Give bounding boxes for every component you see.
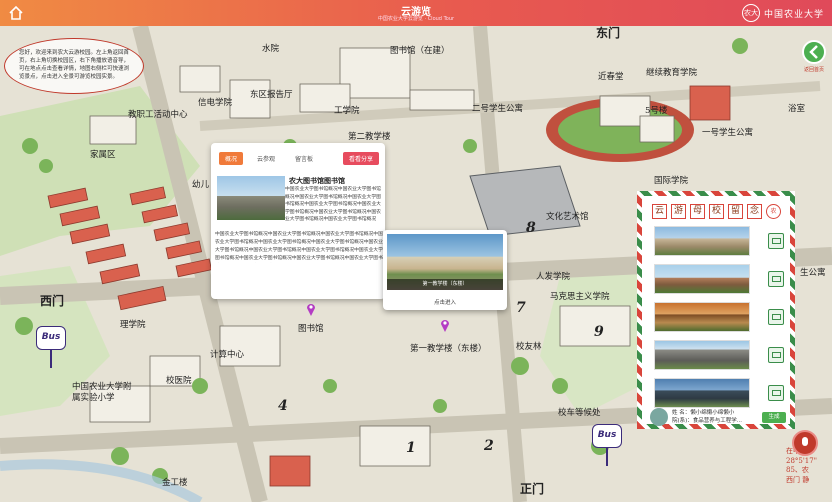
bus-stop-pole [50,350,52,368]
map-label-water-college[interactable]: 水院 [262,42,279,54]
map-label-bathroom[interactable]: 浴室 [788,102,805,114]
map-label-dorm-1[interactable]: 一号学生公寓 [702,126,753,138]
map-label-main-gate[interactable]: 正门 [520,480,544,497]
dept-value[interactable]: 食品营养与工程学... [693,418,742,424]
owl-mascot-icon [650,408,668,426]
location-pin-icon[interactable] [440,318,450,332]
panel-heading: 云 游 母 校 留 念 农 [652,204,781,219]
map-label-east-hall[interactable]: 东区报告厅 [250,88,293,100]
tab-message-board[interactable]: 留言板 [289,152,319,165]
list-item[interactable] [654,378,786,412]
map-label-humanities[interactable]: 人发学院 [536,270,570,282]
intro-bubble: 您好，欢迎来到农大云游校园。左上角返回首页，右上角切换校园区，右下角播放语音导，… [4,38,144,94]
photo-caption: 第一教学楼（东楼） [387,279,503,290]
bus-stop-pole [606,448,608,466]
map-label-intl-college[interactable]: 国际学院 [654,174,688,186]
map-label-family-area[interactable]: 家属区 [90,148,116,160]
heading-char: 游 [671,204,686,219]
postcard-icon[interactable] [768,347,784,363]
popup-description: 中国农业大学图书馆概况中国农业大学图书馆概况中国农业大学图书馆概况中国农业大学图… [285,187,381,223]
generate-button[interactable]: 生成 [762,412,786,423]
thumbnail [654,340,750,370]
heading-char: 校 [709,204,724,219]
postcard-footer: 姓 名：懒小绵懒小绵懒小 院(系)：食品营养与工程学... 生成 [650,408,790,428]
map-label-dorm-2[interactable]: 二号学生公寓 [472,102,523,114]
map-label-building-5[interactable]: 5号楼 [645,104,667,116]
location-pin-icon[interactable] [306,302,316,316]
map-label-science-college[interactable]: 理学院 [120,318,146,330]
tab-overview[interactable]: 概况 [219,151,244,165]
list-item[interactable] [654,226,786,260]
map-label-hospital[interactable]: 校医院 [166,374,192,386]
heading-char: 念 [747,204,762,219]
map-label-computing-center[interactable]: 计算中心 [210,348,244,360]
back-button-label: 返回首页 [803,67,824,73]
map-number: 8 [526,220,536,236]
map-label-jinchun[interactable]: 近春堂 [598,70,624,82]
share-button[interactable]: 看看分享 [342,151,379,165]
map-label-library[interactable]: 图书馆 [298,322,324,334]
postcard-icon[interactable] [768,271,784,287]
map-number: 1 [406,440,416,456]
library-photo [217,176,285,220]
enter-link[interactable]: 点击进入 [383,298,507,306]
map-label-second-teaching[interactable]: 第二教学楼 [348,130,391,142]
popup-description-continued: 中国农业大学图书馆概况中国农业大学图书馆概况中国农业大学图书馆概况中国农业大学图… [215,232,383,261]
info-popup: 概况 云参观 留言板 看看分享 农大图书馆图书馆 中国农业大学图书馆概况中国农业… [211,143,385,299]
map-label-bus-stop[interactable]: 校车等候处 [558,406,601,418]
map-label-west-gate[interactable]: 西门 [40,292,64,309]
name-value[interactable]: 懒小绵懒小绵懒小 [690,410,734,416]
map-label-art-museum[interactable]: 文化艺术馆 [546,210,589,222]
location-photo-card[interactable]: 第一教学楼（东楼） 点击进入 [383,230,507,310]
heading-char: 留 [728,204,743,219]
dept-label: 院(系)： [672,418,693,424]
thumbnail [654,302,750,332]
photo-list [654,226,786,416]
tab-cloud-visit[interactable]: 云参观 [251,152,281,165]
postcard-icon[interactable] [768,309,784,325]
map-label-alumni-forest[interactable]: 校友林 [516,340,542,352]
map-label-dorm-edge[interactable]: 生公寓 [800,266,826,278]
postcard-panel: 云 游 母 校 留 念 农 姓 名：懒小绵懒小绵懒小 院(系)：食品营养与工程学… [637,191,795,429]
map-label-first-teaching[interactable]: 第一教学楼（东楼） [410,342,487,354]
map-number: 9 [594,324,604,340]
postcard-icon[interactable] [768,385,784,401]
top-bar: 云游览 中国农业大学云游览 · Cloud Tour 农大 中国农业大学 [0,0,832,26]
map-label-primary-school[interactable]: 中国农业大学附属实验小学 [72,382,132,404]
university-logo: 农大 中国农业大学 [741,3,824,23]
heading-char: 母 [690,204,705,219]
bus-stop-icon[interactable]: Bus [36,326,66,350]
map-label-continuing-edu[interactable]: 继续教育学院 [646,66,697,78]
map-number: 2 [484,438,494,454]
bus-stop-icon[interactable]: Bus [592,424,622,448]
postcard-icon[interactable] [768,233,784,249]
list-item[interactable] [654,264,786,298]
map-label-east-gate[interactable]: 东门 [596,26,620,41]
heading-char: 云 [652,204,667,219]
map-number: 7 [516,300,526,316]
thumbnail [654,264,750,294]
page-subtitle: 中国农业大学云游览 · Cloud Tour [377,16,455,22]
footer-fields: 姓 名：懒小绵懒小绵懒小 院(系)：食品营养与工程学... [672,409,758,425]
audio-guide-icon[interactable] [792,430,818,456]
list-item[interactable] [654,340,786,374]
list-item[interactable] [654,302,786,336]
map-number: 4 [278,398,288,414]
map-label-info-college[interactable]: 信电学院 [198,96,232,108]
map-label-metalwork[interactable]: 金工楼 [162,476,188,488]
university-seal-icon: 农大 [741,4,760,22]
map-label-engineering[interactable]: 工学院 [334,104,360,116]
popup-tabs: 概况 云参观 留言板 看看分享 [219,151,379,165]
back-arrow-icon[interactable] [802,40,826,64]
thumbnail [654,378,750,408]
map-label-library-construction[interactable]: 图书馆（在建） [390,44,450,56]
map-label-kindergarten[interactable]: 幼儿 [192,178,209,190]
map-label-marxism[interactable]: 马克思主义学院 [550,290,610,302]
map-label-staff-center[interactable]: 教职工活动中心 [128,108,188,120]
popup-title: 农大图书馆图书馆 [289,177,345,185]
name-label: 姓 名： [672,410,691,416]
stamp-icon: 农 [766,204,781,219]
thumbnail [654,226,750,256]
university-name: 中国农业大学 [763,9,824,20]
